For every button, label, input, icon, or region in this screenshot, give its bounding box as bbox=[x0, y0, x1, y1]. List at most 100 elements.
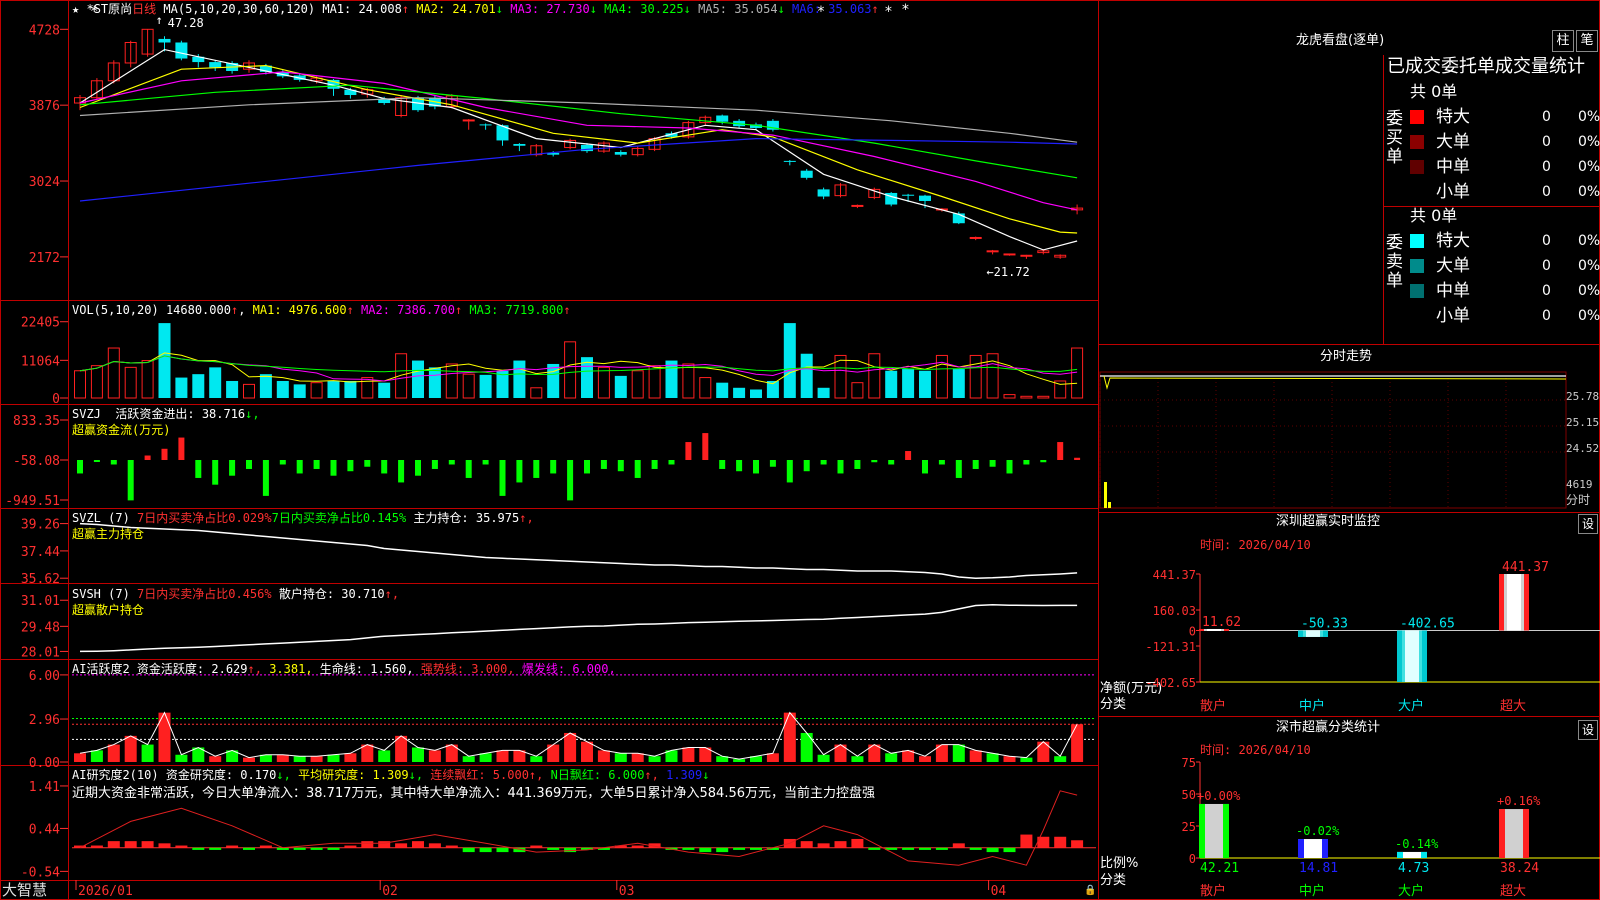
volume-bar[interactable] bbox=[716, 382, 729, 398]
candle-body[interactable] bbox=[479, 124, 492, 126]
research-bar[interactable] bbox=[699, 847, 712, 853]
activity-bar[interactable] bbox=[496, 750, 509, 762]
volume-bar[interactable] bbox=[733, 387, 746, 398]
research-bar[interactable] bbox=[817, 843, 830, 848]
activity-bar[interactable] bbox=[817, 754, 830, 762]
research-bar[interactable] bbox=[395, 843, 408, 848]
candle-body[interactable] bbox=[902, 194, 915, 196]
flow-bar[interactable] bbox=[803, 460, 810, 472]
volume-bar[interactable] bbox=[226, 380, 239, 398]
activity-bar[interactable] bbox=[276, 754, 289, 762]
research-bar[interactable] bbox=[969, 847, 982, 850]
activity-bar[interactable] bbox=[141, 744, 154, 762]
volume-bar[interactable] bbox=[547, 363, 560, 398]
candle-body[interactable] bbox=[158, 38, 171, 43]
candle-body[interactable] bbox=[209, 62, 222, 68]
volume-bar[interactable] bbox=[564, 341, 577, 399]
column-mode-button[interactable]: 柱 bbox=[1552, 30, 1574, 52]
activity-bar[interactable] bbox=[310, 756, 323, 762]
research-bar[interactable] bbox=[209, 847, 222, 850]
flow-bar[interactable] bbox=[313, 460, 320, 469]
flow-bar[interactable] bbox=[617, 460, 624, 472]
volume-bar[interactable] bbox=[817, 387, 830, 398]
volume-bar[interactable] bbox=[192, 374, 205, 398]
research-bar[interactable] bbox=[682, 847, 695, 850]
flow-bar[interactable] bbox=[888, 460, 895, 465]
activity-bar[interactable] bbox=[209, 756, 222, 762]
research-bar[interactable] bbox=[1071, 840, 1084, 848]
flow-bar[interactable] bbox=[229, 460, 236, 476]
flow-bar[interactable] bbox=[854, 460, 861, 469]
research-bar[interactable] bbox=[462, 847, 475, 853]
flow-bar[interactable] bbox=[1057, 442, 1064, 460]
activity-bar[interactable] bbox=[783, 712, 796, 762]
volume-bar[interactable] bbox=[750, 389, 762, 398]
volume-bar[interactable] bbox=[428, 367, 441, 398]
research-bar[interactable] bbox=[919, 847, 931, 850]
flow-bar[interactable] bbox=[516, 460, 523, 483]
volume-bar[interactable] bbox=[243, 383, 255, 399]
flow-bar[interactable] bbox=[786, 460, 793, 483]
research-bar[interactable] bbox=[733, 847, 746, 850]
flow-bar[interactable] bbox=[195, 460, 202, 478]
volume-bar[interactable] bbox=[614, 375, 627, 398]
sz-settings-button[interactable]: 设 bbox=[1578, 514, 1598, 534]
volume-bar[interactable] bbox=[1003, 394, 1016, 399]
flow-bar[interactable] bbox=[719, 460, 726, 469]
flow-bar[interactable] bbox=[938, 460, 945, 465]
research-bar[interactable] bbox=[259, 845, 272, 848]
flow-bar[interactable] bbox=[905, 451, 912, 460]
candle-body[interactable] bbox=[1020, 254, 1033, 257]
research-bar[interactable] bbox=[496, 847, 509, 853]
lock-icon[interactable]: 🔒 bbox=[1084, 884, 1096, 898]
flow-bar[interactable] bbox=[600, 460, 607, 469]
candle-body[interactable] bbox=[919, 195, 931, 201]
activity-bar[interactable] bbox=[952, 744, 965, 762]
research-bar[interactable] bbox=[124, 841, 137, 848]
volume-bar[interactable] bbox=[1037, 395, 1050, 399]
research-bar[interactable] bbox=[631, 845, 644, 848]
volume-bar[interactable] bbox=[800, 353, 813, 398]
flow-bar[interactable] bbox=[127, 460, 134, 501]
activity-bar[interactable] bbox=[1020, 757, 1033, 762]
holding-line[interactable] bbox=[79, 603, 1078, 653]
activity-bar[interactable] bbox=[885, 753, 898, 762]
research-bar[interactable] bbox=[530, 845, 543, 848]
ss-bar[interactable] bbox=[1199, 803, 1229, 858]
flow-bar[interactable] bbox=[262, 460, 269, 496]
volume-bar[interactable] bbox=[969, 354, 982, 399]
research-bar[interactable] bbox=[226, 845, 239, 848]
flow-bar[interactable] bbox=[753, 460, 759, 474]
volume-bar[interactable] bbox=[141, 360, 154, 399]
stock-title[interactable]: *ST原尚 bbox=[86, 2, 132, 16]
volume-bar[interactable] bbox=[868, 353, 881, 399]
research-bar[interactable] bbox=[192, 847, 205, 850]
flow-bar[interactable] bbox=[212, 460, 219, 485]
research-bar[interactable] bbox=[327, 847, 340, 850]
volume-bar[interactable] bbox=[259, 374, 272, 398]
flow-bar[interactable] bbox=[769, 460, 776, 467]
activity-bar[interactable] bbox=[175, 754, 188, 762]
research-bar[interactable] bbox=[293, 847, 306, 850]
candle-body[interactable] bbox=[1003, 253, 1016, 256]
activity-bar[interactable] bbox=[1071, 724, 1084, 762]
activity-bar[interactable] bbox=[344, 753, 357, 762]
flow-bar[interactable] bbox=[584, 460, 590, 474]
activity-bar[interactable] bbox=[919, 756, 931, 762]
flow-bar[interactable] bbox=[431, 460, 438, 469]
volume-bar[interactable] bbox=[885, 370, 898, 398]
flow-bar[interactable] bbox=[296, 460, 303, 474]
volume-bar[interactable] bbox=[597, 366, 610, 399]
flow-bar[interactable] bbox=[651, 460, 658, 469]
flow-bar[interactable] bbox=[1074, 457, 1081, 460]
volume-bar[interactable] bbox=[648, 365, 661, 399]
volume-bar[interactable] bbox=[276, 380, 289, 398]
volume-bar[interactable] bbox=[327, 380, 340, 398]
volume-bar[interactable] bbox=[513, 360, 526, 398]
activity-bar[interactable] bbox=[800, 732, 813, 762]
volume-bar[interactable] bbox=[699, 377, 712, 399]
research-bar[interactable] bbox=[344, 845, 357, 848]
activity-bar[interactable] bbox=[597, 750, 610, 762]
activity-bar[interactable] bbox=[581, 741, 593, 762]
activity-bar[interactable] bbox=[107, 744, 120, 762]
